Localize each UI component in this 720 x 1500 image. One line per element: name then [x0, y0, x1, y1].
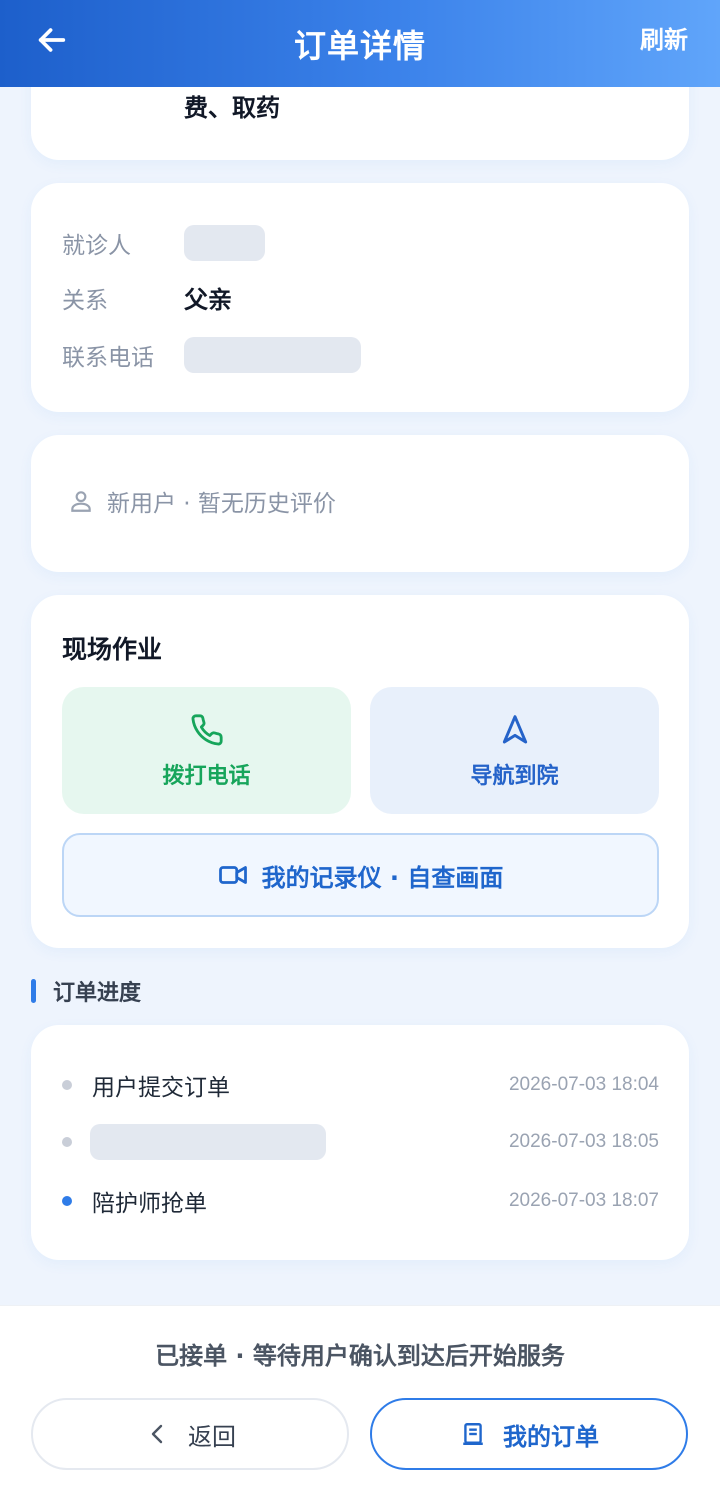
- timeline-dot-active: [62, 1196, 72, 1206]
- page-title: 订单详情: [293, 26, 426, 65]
- phone-row: 联系电话: [62, 337, 361, 373]
- order-progress-card: 用户提交订单 2026-07-03 18:04 2026-07-03 18:05…: [31, 1025, 689, 1260]
- progress-title: 订单进度: [53, 981, 142, 1006]
- recorder-button[interactable]: 我的记录仪 · 自查画面: [62, 833, 659, 917]
- relation-value: 父亲: [184, 286, 232, 314]
- arrow-left-icon: [38, 28, 66, 52]
- chevron-left-icon: [144, 1420, 172, 1448]
- call-label: 拨打电话: [162, 763, 251, 789]
- service-items-text: 费、取药: [184, 94, 280, 122]
- user-review-card: 新用户 · 暂无历史评价: [31, 435, 689, 572]
- top-app-bar: 订单详情 刷新: [0, 0, 720, 87]
- my-orders-button[interactable]: 我的订单: [370, 1398, 688, 1470]
- timeline-label: 陪护师抢单: [92, 1191, 207, 1217]
- return-label: 返回: [188, 1422, 236, 1451]
- relation-label: 关系: [62, 287, 108, 314]
- bottom-action-bar: 已接单 · 等待用户确认到达后开始服务 返回 我的订单: [0, 1305, 720, 1500]
- timeline-dot: [62, 1080, 72, 1090]
- phone-value-redacted: [184, 337, 361, 373]
- call-button[interactable]: 拨打电话: [62, 687, 351, 814]
- video-camera-icon: [218, 860, 248, 890]
- receipt-icon: [459, 1420, 487, 1448]
- navigation-icon: [497, 712, 533, 748]
- user-icon: [67, 487, 95, 515]
- back-arrow-button[interactable]: [30, 18, 74, 62]
- navigate-label: 导航到院: [470, 763, 559, 789]
- heading-accent-bar: [31, 979, 36, 1003]
- onsite-title: 现场作业: [62, 635, 163, 664]
- timeline-item: 陪护师抢单 2026-07-03 18:07: [62, 1181, 659, 1221]
- patient-name-redacted: [184, 225, 265, 261]
- return-button[interactable]: 返回: [31, 1398, 349, 1470]
- timeline-item: 2026-07-03 18:05: [62, 1122, 659, 1162]
- timeline-label-redacted: [90, 1124, 326, 1160]
- patient-label: 就诊人: [62, 233, 131, 259]
- progress-heading: 订单进度: [31, 975, 141, 1007]
- timeline-item: 用户提交订单 2026-07-03 18:04: [62, 1065, 659, 1105]
- relation-row: 关系 父亲: [62, 280, 232, 315]
- onsite-work-card: 现场作业 拨打电话 导航到院 我的记录仪 · 自查画面: [31, 595, 689, 948]
- review-text: 新用户 · 暂无历史评价: [107, 491, 336, 517]
- patient-row: 就诊人: [62, 225, 265, 261]
- navigate-button[interactable]: 导航到院: [370, 687, 659, 814]
- order-status-text: 已接单 · 等待用户确认到达后开始服务: [155, 1342, 565, 1370]
- timeline-label: 用户提交订单: [92, 1075, 230, 1101]
- recorder-label: 我的记录仪 · 自查画面: [261, 863, 504, 892]
- my-orders-label: 我的订单: [503, 1422, 599, 1451]
- timeline-time: 2026-07-03 18:05: [508, 1131, 659, 1152]
- timeline-dot: [62, 1137, 72, 1147]
- phone-label: 联系电话: [62, 345, 154, 371]
- timeline-time: 2026-07-03 18:07: [508, 1190, 659, 1211]
- refresh-button[interactable]: 刷新: [640, 20, 688, 55]
- review-status: 新用户 · 暂无历史评价: [67, 484, 336, 518]
- timeline-time: 2026-07-03 18:04: [508, 1074, 659, 1095]
- patient-info-card: 就诊人 关系 父亲 联系电话: [31, 183, 689, 412]
- phone-icon: [189, 712, 225, 748]
